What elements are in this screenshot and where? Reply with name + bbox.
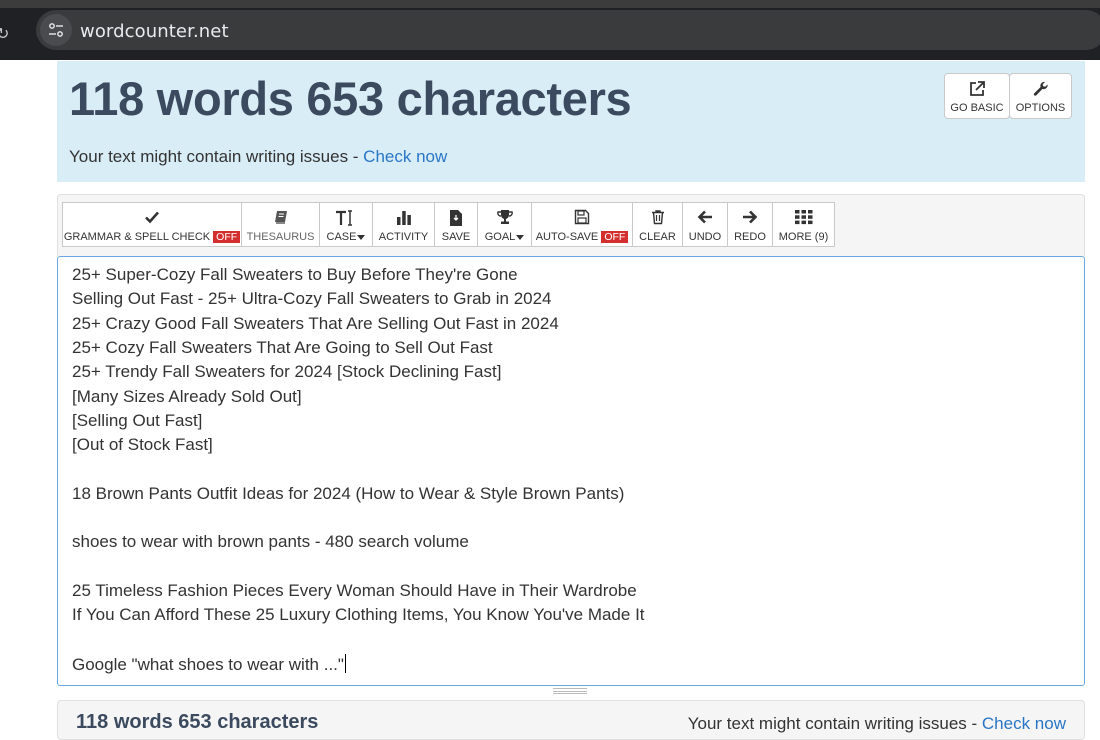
go-basic-label: GO BASIC [950,102,1004,114]
editor-line: Google "what shoes to wear with ..." [72,653,346,674]
book-icon [242,209,319,227]
url-text[interactable]: wordcounter.net [80,21,229,42]
check-now-link[interactable]: Check now [363,147,447,166]
page-title: 118 words 653 characters [69,72,632,125]
writing-issues-text: Your text might contain writing issues - [69,147,364,166]
activity-label: ACTIVITY [378,231,429,243]
more-button[interactable]: MORE (9) [772,202,835,247]
caret-down-icon [516,234,525,240]
caret-down-icon [357,234,366,240]
resize-handle[interactable] [553,688,587,694]
bottom-writing-issues-text: Your text might contain writing issues - [687,714,982,733]
address-bar[interactable]: wordcounter.net [36,10,1100,50]
editor-line: shoes to wear with brown pants - 480 sea… [72,532,469,552]
save-button[interactable]: SAVE [434,202,478,247]
case-button[interactable]: CASE [319,202,373,247]
editor-line: If You Can Afford These 25 Luxury Clothi… [72,605,645,625]
activity-button[interactable]: ACTIVITY [372,202,435,247]
save-label: SAVE [441,231,471,243]
options-label: OPTIONS [1015,102,1066,114]
options-button[interactable]: OPTIONS [1009,73,1072,119]
editor-line: Selling Out Fast - 25+ Ultra-Cozy Fall S… [72,289,552,309]
thesaurus-label: THESAURUS [246,231,315,243]
text-cursor [344,653,346,673]
auto-save-off-badge: OFF [601,231,629,243]
editor-toolbar: GRAMMAR & SPELL CHECK OFF THESAURUS CASE… [57,194,1085,256]
undo-button[interactable]: UNDO [682,202,728,247]
editor-line: 25+ Super-Cozy Fall Sweaters to Buy Befo… [72,265,518,284]
editor-line: 25 Timeless Fashion Pieces Every Woman S… [72,580,637,600]
thesaurus-button[interactable]: THESAURUS [241,202,320,247]
reload-icon[interactable]: ↻ [0,26,12,42]
goal-label: GOAL [484,231,516,243]
go-basic-button[interactable]: GO BASIC [944,73,1010,119]
more-label: MORE (9) [778,231,829,243]
wrench-icon [1010,80,1071,100]
text-editor[interactable]: 25+ Super-Cozy Fall Sweaters to Buy Befo… [57,256,1085,686]
bottom-writing-issues-notice: Your text might contain writing issues -… [688,714,1066,734]
bottom-check-now-link[interactable]: Check now [982,714,1066,733]
case-label: CASE [326,231,357,243]
trophy-icon [478,209,531,227]
bar-chart-icon [373,209,434,227]
editor-line: 25+ Crazy Good Fall Sweaters That Are Se… [72,313,559,333]
grid-icon [773,209,834,227]
writing-issues-notice: Your text might contain writing issues -… [69,147,447,167]
tune-icon [49,23,63,37]
editor-line: [Selling Out Fast] [72,410,203,430]
redo-label: REDO [734,231,766,243]
bottom-stats-bar: 118 words 653 characters Your text might… [57,700,1085,740]
browser-toolbar: ↻ wordcounter.net [0,8,1100,60]
auto-save-button[interactable]: AUTO-SAVE OFF [531,202,633,247]
editor-line: 18 Brown Pants Outfit Ideas for 2024 (Ho… [72,483,625,503]
external-link-icon [945,80,1009,100]
floppy-disk-icon [532,209,632,227]
redo-button[interactable]: REDO [727,202,773,247]
checkmark-icon [63,209,241,227]
grammar-label: GRAMMAR & SPELL CHECK [63,231,211,243]
grammar-spell-check-button[interactable]: GRAMMAR & SPELL CHECK OFF [62,202,242,247]
clear-button[interactable]: CLEAR [632,202,683,247]
goal-button[interactable]: GOAL [477,202,532,247]
editor-line: 25+ Trendy Fall Sweaters for 2024 [Stock… [72,362,502,382]
editor-line: [Out of Stock Fast] [72,435,213,455]
auto-save-label: AUTO-SAVE [535,231,599,243]
stats-banner: 118 words 653 characters Your text might… [57,61,1085,182]
clear-label: CLEAR [639,231,676,243]
editor-line: 25+ Cozy Fall Sweaters That Are Going to… [72,337,493,357]
editor-line: [Many Sizes Already Sold Out] [72,386,302,406]
arrow-right-icon [728,209,772,227]
site-info-button[interactable] [40,14,72,46]
undo-label: UNDO [688,231,722,243]
text-case-icon [320,209,372,227]
grammar-off-badge: OFF [213,231,241,243]
browser-frame-top [0,0,1100,8]
arrow-left-icon [683,209,727,227]
save-file-icon [435,209,477,227]
bottom-stats-title: 118 words 653 characters [76,711,319,733]
trash-icon [633,209,682,227]
